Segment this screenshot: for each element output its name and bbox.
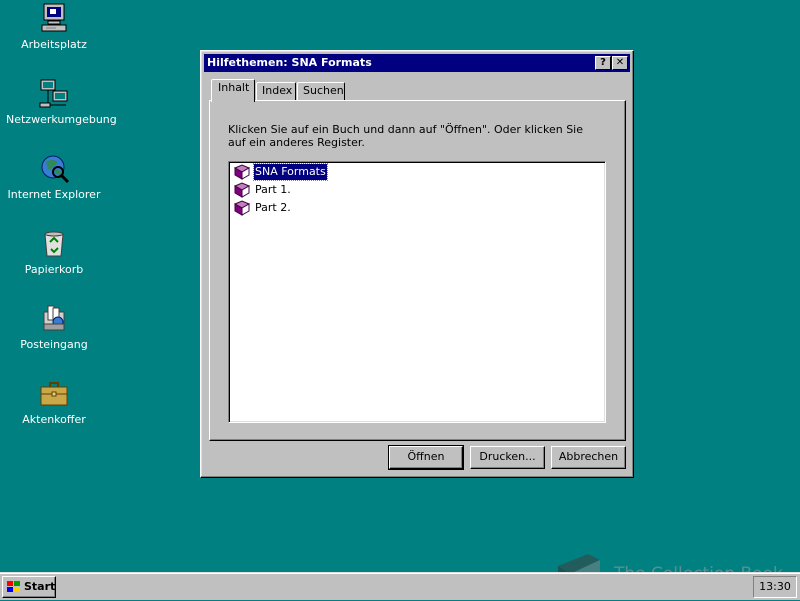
windows-logo-icon (6, 580, 22, 594)
dialog-title: Hilfethemen: SNA Formats (207, 56, 372, 69)
tab-label: Suchen (303, 84, 344, 97)
help-button[interactable]: ? (595, 56, 611, 70)
desktop-icon-internet-explorer[interactable]: Internet Explorer (6, 152, 102, 201)
desktop-icon-label: Aktenkoffer (22, 413, 86, 426)
my-computer-icon (38, 2, 70, 34)
cancel-button[interactable]: Abbrechen (551, 446, 626, 469)
desktop-icon-label: Papierkorb (24, 263, 84, 276)
tab-label: Index (262, 84, 293, 97)
start-label: Start (24, 580, 56, 593)
start-button[interactable]: Start (2, 576, 56, 598)
desktop-icon-inbox[interactable]: Posteingang (6, 302, 102, 351)
desktop-icon-label: Posteingang (20, 338, 88, 351)
network-neighborhood-icon (38, 77, 70, 109)
desktop-icon-label: Netzwerkumgebung (6, 113, 117, 126)
tree-item-label: Part 1. (255, 183, 291, 196)
desktop-icon-briefcase[interactable]: Aktenkoffer (6, 377, 102, 426)
tab-label: Inhalt (218, 81, 250, 94)
book-icon (233, 164, 251, 180)
instructions-text: Klicken Sie auf ein Buch und dann auf "Ö… (228, 123, 584, 149)
internet-explorer-icon (38, 152, 70, 184)
taskbar: Start 13:30 (0, 572, 800, 600)
inbox-icon (38, 302, 70, 334)
close-button[interactable]: ✕ (612, 56, 628, 70)
desktop-icon-network[interactable]: Netzwerkumgebung (6, 77, 117, 126)
book-icon (233, 200, 251, 216)
print-button[interactable]: Drucken... (470, 446, 545, 469)
help-topics-dialog: Hilfethemen: SNA Formats ? ✕ Inhalt Inde… (200, 50, 634, 478)
desktop-icon-recycle-bin[interactable]: Papierkorb (6, 227, 102, 276)
system-tray-clock[interactable]: 13:30 (753, 576, 797, 598)
open-button[interactable]: Öffnen (388, 445, 464, 470)
contents-tree[interactable]: SNA Formats Part 1. Part 2. (228, 161, 606, 423)
recycle-bin-icon (38, 227, 70, 259)
desktop-icon-label: Internet Explorer (7, 188, 101, 201)
tab-contents[interactable]: Inhalt (211, 79, 255, 102)
briefcase-icon (38, 377, 70, 409)
tab-search[interactable]: Suchen (297, 82, 345, 100)
contents-panel: Klicken Sie auf ein Buch und dann auf "Ö… (209, 100, 626, 441)
tab-index[interactable]: Index (256, 82, 296, 100)
title-bar[interactable]: Hilfethemen: SNA Formats ? ✕ (204, 54, 630, 72)
desktop-icon-my-computer[interactable]: Arbeitsplatz (6, 2, 102, 51)
book-icon (233, 182, 251, 198)
desktop-icon-label: Arbeitsplatz (21, 38, 87, 51)
tree-item-label: SNA Formats (253, 163, 328, 181)
tree-item-label: Part 2. (255, 201, 291, 214)
